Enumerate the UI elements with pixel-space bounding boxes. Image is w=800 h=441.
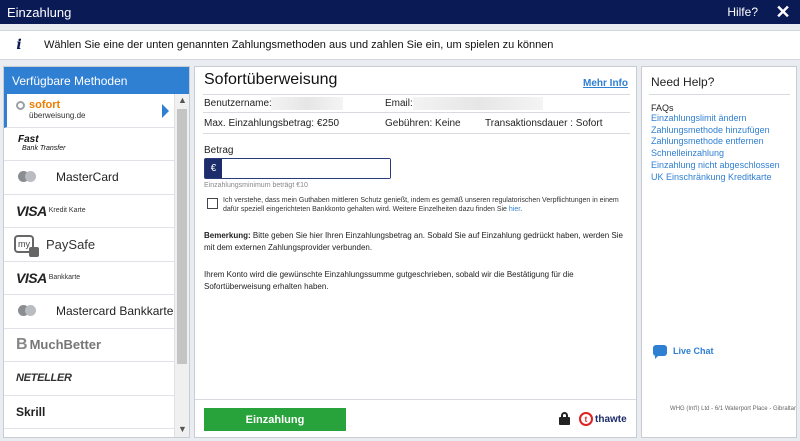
mastercard-icon (18, 170, 38, 184)
title-bar: Einzahlung Hilfe? ✕ (0, 0, 800, 24)
payment-form-panel: Sofortüberweisung Mehr Info Benutzername… (194, 66, 637, 438)
method-sublabel: Bankkarte (48, 274, 81, 282)
deposit-button[interactable]: Einzahlung (204, 408, 346, 431)
help-title: Need Help? (651, 75, 715, 89)
chat-bubble-icon (653, 345, 667, 359)
method-visa-credit[interactable]: VISA Kredit Karte (4, 194, 175, 228)
divider (203, 112, 630, 113)
help-link[interactable]: Hilfe? (727, 5, 758, 19)
consent-text: Ich verstehe, dass mein Guthaben mittler… (223, 197, 619, 213)
methods-list: sofort überweisung.de Fast Bank Transfer… (4, 94, 175, 437)
skrill-logo: Skrill (16, 404, 46, 419)
username-value (271, 97, 343, 110)
amount-input[interactable] (222, 159, 390, 178)
consent-link[interactable]: hier (509, 206, 520, 213)
method-paysafe[interactable]: my PaySafe (4, 228, 175, 262)
help-panel: Need Help? FAQs Einzahlungslimit ändern … (641, 66, 797, 438)
method-skrill[interactable]: Skrill (4, 395, 175, 429)
currency-badge: € (205, 159, 222, 178)
help-links: Einzahlungslimit ändern Zahlungsmethode … (651, 113, 796, 183)
amount-label: Betrag (204, 145, 234, 156)
method-eco[interactable]: eco (4, 429, 175, 437)
help-link-remove-method[interactable]: Zahlungsmethode entfernen (651, 136, 796, 148)
help-link-limit[interactable]: Einzahlungslimit ändern (651, 113, 796, 125)
company-info: WHG (Int'l) Ltd - 6/1 Waterport Place - … (670, 406, 796, 412)
lock-icon (29, 247, 39, 258)
help-link-quick-deposit[interactable]: Schnelleinzahlung (651, 148, 796, 160)
payment-methods-panel: Verfügbare Methoden sofort überweisung.d… (3, 66, 190, 438)
selected-arrow-icon (162, 104, 169, 118)
scroll-down-icon[interactable]: ▼ (178, 425, 187, 434)
window-title: Einzahlung (7, 4, 72, 20)
method-label: MasterCard (56, 170, 119, 185)
visa-logo: VISA (16, 269, 47, 286)
method-sofort[interactable]: sofort überweisung.de (4, 94, 175, 128)
transaction-duration: Transaktionsdauer : Sofort (485, 118, 603, 129)
more-info-link[interactable]: Mehr Info (583, 78, 628, 89)
help-link-deposit-incomplete[interactable]: Einzahlung nicht abgeschlossen (651, 160, 796, 172)
methods-header: Verfügbare Methoden (4, 67, 189, 94)
close-icon[interactable]: ✕ (772, 3, 794, 21)
fast-bank-transfer-logo: Fast Bank Transfer (18, 133, 66, 152)
max-deposit: Max. Einzahlungsbetrag: €250 (204, 118, 340, 129)
method-mastercard[interactable]: MasterCard (4, 161, 175, 195)
amount-field[interactable]: € (204, 158, 391, 179)
credit-note: Ihrem Konto wird die gewünschte Einzahlu… (204, 270, 574, 291)
help-link-uk-credit-card[interactable]: UK Einschränkung Kreditkarte (651, 172, 796, 184)
visa-logo: VISA (16, 202, 47, 219)
live-chat-label: Live Chat (673, 345, 714, 356)
divider (203, 133, 630, 134)
faqs-heading: FAQs (651, 103, 674, 113)
help-link-add-method[interactable]: Zahlungsmethode hinzufügen (651, 125, 796, 137)
method-visa-bank[interactable]: VISA Bankkarte (4, 261, 175, 295)
minimum-hint: Einzahlungsminimum beträgt €10 (204, 182, 308, 189)
sofort-ring-icon (16, 101, 25, 111)
email-label: Email: (385, 98, 413, 109)
neteller-logo: NETELLER (16, 372, 72, 385)
email-value (413, 97, 543, 110)
padlock-icon (559, 412, 570, 425)
info-bar: i Wählen Sie eine der unten genannten Za… (0, 30, 800, 60)
divider (203, 94, 630, 95)
live-chat-button[interactable]: Live Chat (653, 345, 714, 359)
divider (649, 94, 790, 95)
method-mastercard-bank[interactable]: Mastercard Bankkarte (4, 295, 175, 329)
methods-scrollbar[interactable]: ▲ ▼ (174, 94, 189, 437)
info-message: Wählen Sie eine der unten genannten Zahl… (44, 39, 554, 51)
scrollbar-thumb[interactable] (177, 109, 187, 364)
divider (195, 399, 636, 400)
username-label: Benutzername: (204, 98, 272, 109)
method-muchbetter[interactable]: B MuchBetter (4, 328, 175, 362)
method-sublabel: Kredit Karte (48, 207, 86, 215)
method-title: Sofortüberweisung (204, 71, 338, 88)
fees: Gebühren: Keine (385, 118, 461, 129)
method-label: Mastercard Bankkarte (56, 304, 174, 319)
thawte-logo: t thawte (579, 412, 627, 426)
consent-checkbox[interactable] (207, 198, 218, 209)
method-label: PaySafe (46, 236, 96, 252)
method-fast-bank-transfer[interactable]: Fast Bank Transfer (4, 127, 175, 161)
info-icon: i (16, 37, 22, 53)
remark-text: Bemerkung: Bitte geben Sie hier Ihren Ei… (204, 231, 623, 252)
muchbetter-logo: B MuchBetter (16, 335, 102, 353)
method-neteller[interactable]: NETELLER (4, 362, 175, 396)
sofort-logo: sofort überweisung.de (16, 100, 85, 120)
paysafe-icon: my (14, 235, 39, 258)
scroll-up-icon[interactable]: ▲ (178, 96, 187, 105)
mastercard-icon (18, 304, 38, 318)
